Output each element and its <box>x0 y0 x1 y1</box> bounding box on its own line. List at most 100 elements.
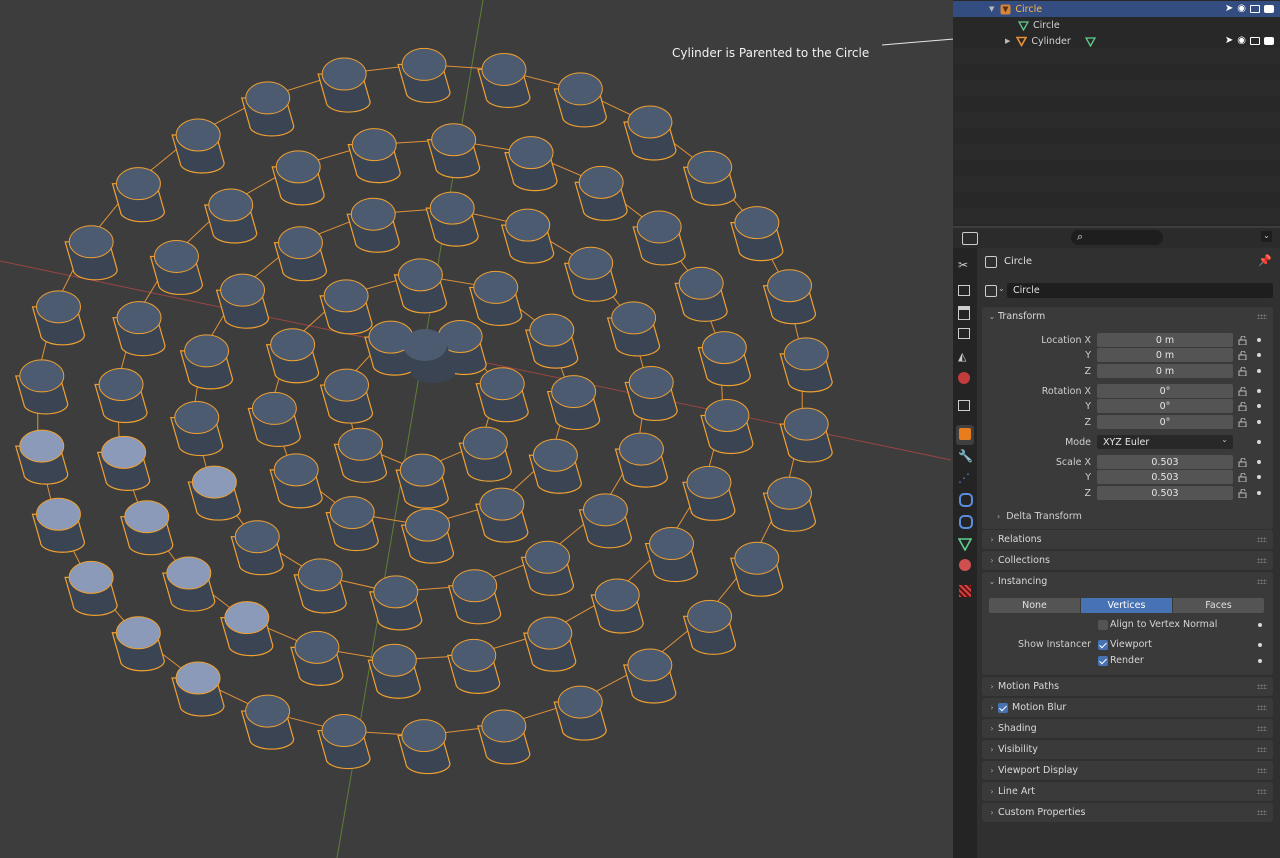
lock-icon[interactable] <box>1238 488 1248 499</box>
outliner-row-cylinder[interactable]: ▶ Cylinder ➤ ◉ <box>953 33 1280 49</box>
line-art-panel-header[interactable]: › Line Art <box>982 782 1273 801</box>
keyframe-dot[interactable] <box>1257 491 1261 495</box>
collection-tab-icon[interactable] <box>958 400 970 411</box>
relations-panel-header[interactable]: › Relations <box>982 530 1273 549</box>
scale-z-field[interactable]: 0.503 <box>1097 486 1233 500</box>
expand-arrow-icon[interactable]: ▶ <box>1005 37 1010 45</box>
motion-paths-panel-header[interactable]: › Motion Paths <box>982 677 1273 696</box>
lock-icon[interactable] <box>1238 350 1248 361</box>
select-cursor-icon[interactable]: ➤ <box>1225 35 1233 46</box>
drag-grip-icon[interactable] <box>1257 684 1267 689</box>
drag-grip-icon[interactable] <box>1257 579 1267 584</box>
shading-panel-header[interactable]: › Shading <box>982 719 1273 738</box>
eye-icon[interactable]: ◉ <box>1237 35 1246 46</box>
drag-grip-icon[interactable] <box>1257 314 1267 319</box>
keyframe-dot[interactable] <box>1258 643 1262 647</box>
scale-x-field[interactable]: 0.503 <box>1097 455 1233 469</box>
keyframe-dot[interactable] <box>1257 338 1261 342</box>
object-tab-icon[interactable] <box>959 428 971 440</box>
tool-tab-icon[interactable]: ✂ <box>958 258 972 272</box>
world-tab-icon[interactable] <box>958 372 970 384</box>
modifier-tab-icon[interactable]: 🔧 <box>958 449 973 463</box>
expand-arrow-icon[interactable]: ▼ <box>989 5 994 13</box>
lock-icon[interactable] <box>1238 366 1248 377</box>
mesh-data-icon[interactable] <box>1084 36 1096 47</box>
data-tab-icon[interactable] <box>958 537 972 551</box>
keyframe-dot[interactable] <box>1257 440 1261 444</box>
monitor-icon[interactable] <box>1250 4 1260 13</box>
location-x-field[interactable]: 0 m <box>1097 333 1233 347</box>
pin-icon[interactable]: 📌 <box>1258 254 1272 267</box>
keyframe-dot[interactable] <box>1257 404 1261 408</box>
particles-tab-icon[interactable]: ⋰ <box>958 471 972 485</box>
keyframe-dot[interactable] <box>1257 389 1261 393</box>
show-instancer-viewport-checkbox[interactable] <box>1098 640 1108 650</box>
lock-icon[interactable] <box>1238 472 1248 483</box>
rotation-z-field[interactable]: 0° <box>1097 415 1233 429</box>
search-input[interactable] <box>1071 230 1163 245</box>
object-name-field[interactable]: Circle <box>1007 283 1273 298</box>
eye-icon[interactable]: ◉ <box>1237 3 1246 14</box>
instancing-faces-option[interactable]: Faces <box>1173 598 1264 613</box>
delta-transform-subpanel[interactable]: › Delta Transform <box>997 511 1082 522</box>
outliner[interactable]: ▼ Circle ➤ ◉ Circle ▶ Cylinder ➤ ◉ <box>953 0 1280 226</box>
instancing-none-option[interactable]: None <box>989 598 1080 613</box>
texture-tab-icon[interactable] <box>959 585 971 597</box>
viewport-canvas[interactable] <box>0 0 951 858</box>
keyframe-dot[interactable] <box>1258 659 1262 663</box>
align-to-vertex-normal-checkbox[interactable] <box>1098 620 1108 630</box>
drag-grip-icon[interactable] <box>1257 705 1267 710</box>
transform-panel-header[interactable]: ⌄ Transform <box>982 307 1273 326</box>
keyframe-dot[interactable] <box>1257 420 1261 424</box>
motion-blur-checkbox[interactable] <box>998 702 1008 713</box>
rotation-y-field[interactable]: 0° <box>1097 399 1233 413</box>
monitor-icon[interactable] <box>1250 36 1260 45</box>
custom-properties-panel-header[interactable]: › Custom Properties <box>982 803 1273 822</box>
motion-blur-panel-header[interactable]: › Motion Blur <box>982 698 1273 717</box>
instancing-panel-header[interactable]: ⌄ Instancing <box>982 572 1273 591</box>
drag-grip-icon[interactable] <box>1257 537 1267 542</box>
physics-tab-icon[interactable] <box>959 493 973 507</box>
material-tab-icon[interactable] <box>959 559 971 571</box>
outliner-row-circle-mesh[interactable]: Circle <box>953 17 1280 33</box>
viewport-display-panel-header[interactable]: › Viewport Display <box>982 761 1273 780</box>
scene-tab-icon[interactable]: ◭ <box>958 350 972 364</box>
lock-icon[interactable] <box>1238 335 1248 346</box>
visibility-panel-header[interactable]: › Visibility <box>982 740 1273 759</box>
drag-grip-icon[interactable] <box>1257 747 1267 752</box>
drag-grip-icon[interactable] <box>1257 810 1267 815</box>
keyframe-dot[interactable] <box>1258 623 1262 627</box>
lock-icon[interactable] <box>1238 417 1248 428</box>
drag-grip-icon[interactable] <box>1257 789 1267 794</box>
camera-icon[interactable] <box>1264 4 1274 13</box>
rotation-x-field[interactable]: 0° <box>1097 384 1233 398</box>
3d-viewport[interactable]: Cylinder is Parented to the Circle <box>0 0 967 858</box>
drag-grip-icon[interactable] <box>1257 558 1267 563</box>
location-z-field[interactable]: 0 m <box>1097 364 1233 378</box>
outliner-row-circle[interactable]: ▼ Circle ➤ ◉ <box>953 1 1280 17</box>
show-instancer-render-checkbox[interactable] <box>1098 656 1108 666</box>
view-layer-tab-icon[interactable] <box>958 328 970 339</box>
object-browse-icon[interactable] <box>985 285 997 297</box>
constraints-tab-icon[interactable] <box>959 515 973 529</box>
collections-panel-header[interactable]: › Collections <box>982 551 1273 570</box>
render-tab-icon[interactable] <box>958 285 970 296</box>
options-dropdown-icon[interactable]: ⌄ <box>1261 231 1272 242</box>
lock-icon[interactable] <box>1238 386 1248 397</box>
output-tab-icon[interactable] <box>958 306 970 320</box>
location-y-field[interactable]: 0 m <box>1097 348 1233 362</box>
camera-icon[interactable] <box>1264 36 1274 45</box>
keyframe-dot[interactable] <box>1257 475 1261 479</box>
keyframe-dot[interactable] <box>1257 460 1261 464</box>
instancing-vertices-option[interactable]: Vertices <box>1081 598 1172 613</box>
editor-type-icon[interactable] <box>962 232 978 245</box>
keyframe-dot[interactable] <box>1257 353 1261 357</box>
lock-icon[interactable] <box>1238 401 1248 412</box>
lock-icon[interactable] <box>1238 457 1248 468</box>
keyframe-dot[interactable] <box>1257 369 1261 373</box>
drag-grip-icon[interactable] <box>1257 768 1267 773</box>
rotation-mode-select[interactable]: XYZ Euler ⌄ <box>1097 435 1233 449</box>
drag-grip-icon[interactable] <box>1257 726 1267 731</box>
scale-y-field[interactable]: 0.503 <box>1097 470 1233 484</box>
select-cursor-icon[interactable]: ➤ <box>1225 3 1233 14</box>
